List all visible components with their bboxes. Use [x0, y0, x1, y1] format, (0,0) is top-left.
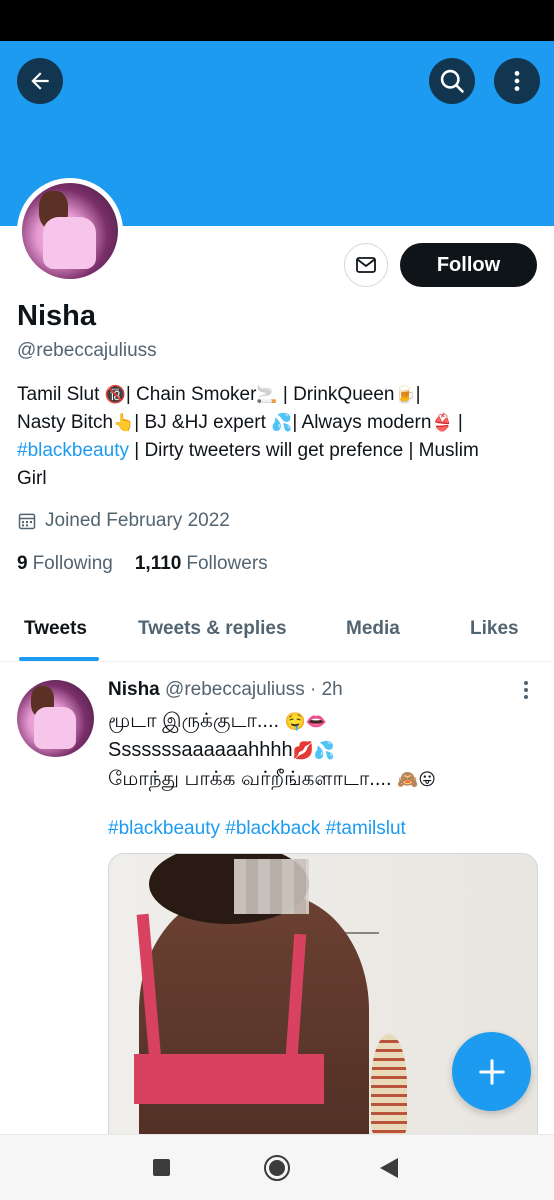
bio-line-2: Nasty Bitch👆| BJ &HJ expert 💦| Always mo…	[17, 412, 463, 433]
tweet-time: 2h	[321, 679, 343, 700]
calendar-icon	[18, 513, 36, 530]
search-button[interactable]	[429, 58, 475, 104]
tweet-line-3: மோந்து பாக்க வர்றீங்களாடா.... 🙈😛	[108, 768, 436, 790]
profile-name: Nisha	[17, 300, 96, 332]
tweet-line-1: மூடா இருக்குடா.... 🤤👄	[108, 710, 328, 732]
back-button[interactable]	[17, 58, 63, 104]
figurine	[371, 1034, 407, 1134]
recents-button[interactable]	[153, 1159, 170, 1176]
tweet-header: Nisha @rebeccajuliuss · 2h	[108, 679, 343, 701]
profile-avatar[interactable]	[17, 178, 123, 284]
tweet-separator: ·	[310, 679, 317, 700]
home-button[interactable]	[264, 1155, 290, 1181]
tab-likes[interactable]: Likes	[470, 618, 519, 640]
bio-line-4: Girl	[17, 468, 47, 489]
system-nav-bar	[0, 1134, 554, 1200]
avatar-dress	[33, 706, 77, 750]
joined-text: Joined February 2022	[45, 510, 230, 531]
envelope-icon	[356, 257, 376, 273]
system-back-button[interactable]	[380, 1158, 398, 1178]
status-bar	[0, 0, 554, 41]
tweet-avatar[interactable]	[17, 680, 94, 757]
following-link[interactable]: 9 Following	[17, 553, 113, 575]
search-icon	[440, 69, 464, 93]
active-tab-indicator	[19, 657, 99, 661]
bio-line-1: Tamil Slut 🔞| Chain Smoker🚬 | DrinkQueen…	[17, 384, 421, 405]
joined-date: Joined February 2022	[17, 510, 230, 532]
bio-line-3: #blackbeauty | Dirty tweeters will get p…	[17, 440, 479, 461]
tab-tweets-replies[interactable]: Tweets & replies	[138, 618, 287, 640]
plus-icon	[478, 1058, 505, 1085]
arrow-left-icon	[31, 72, 49, 90]
media-figure	[139, 894, 369, 1162]
follow-stats: 9 Following 1,110 Followers	[17, 553, 268, 575]
more-options-button[interactable]	[494, 58, 540, 104]
more-vertical-icon	[514, 71, 520, 91]
tab-tweets[interactable]: Tweets	[24, 618, 87, 640]
follow-button[interactable]: Follow	[400, 243, 537, 287]
compose-tweet-button[interactable]	[452, 1032, 531, 1111]
tweet-media-image[interactable]	[108, 853, 538, 1163]
profile-bio: Tamil Slut 🔞| Chain Smoker🚬 | DrinkQueen…	[17, 381, 542, 493]
avatar-image	[22, 183, 118, 279]
media-band	[134, 1054, 324, 1104]
profile-handle: @rebeccajuliuss	[17, 340, 157, 361]
tweet-more-icon[interactable]	[516, 679, 536, 701]
tab-media[interactable]: Media	[346, 618, 400, 640]
bio-hashtag-link[interactable]: #blackbeauty	[17, 440, 129, 461]
tweet-line-2: Sssssssaaaaaahhhh💋💦	[108, 739, 335, 761]
tweet-text: மூடா இருக்குடா.... 🤤👄 Sssssssaaaaaahhhh💋…	[108, 707, 528, 794]
profile-tabs: Tweets Tweets & replies Media Likes	[0, 600, 554, 662]
followers-link[interactable]: 1,110 Followers	[135, 553, 268, 575]
avatar-dress	[43, 216, 96, 270]
message-button[interactable]	[344, 243, 388, 287]
tweet-hashtags[interactable]: #blackbeauty #blackback #tamilslut	[108, 818, 406, 840]
tweet-author-handle[interactable]: @rebeccajuliuss	[165, 679, 305, 700]
pixelated-blur	[234, 859, 309, 914]
tweet-author-name[interactable]: Nisha	[108, 679, 160, 700]
